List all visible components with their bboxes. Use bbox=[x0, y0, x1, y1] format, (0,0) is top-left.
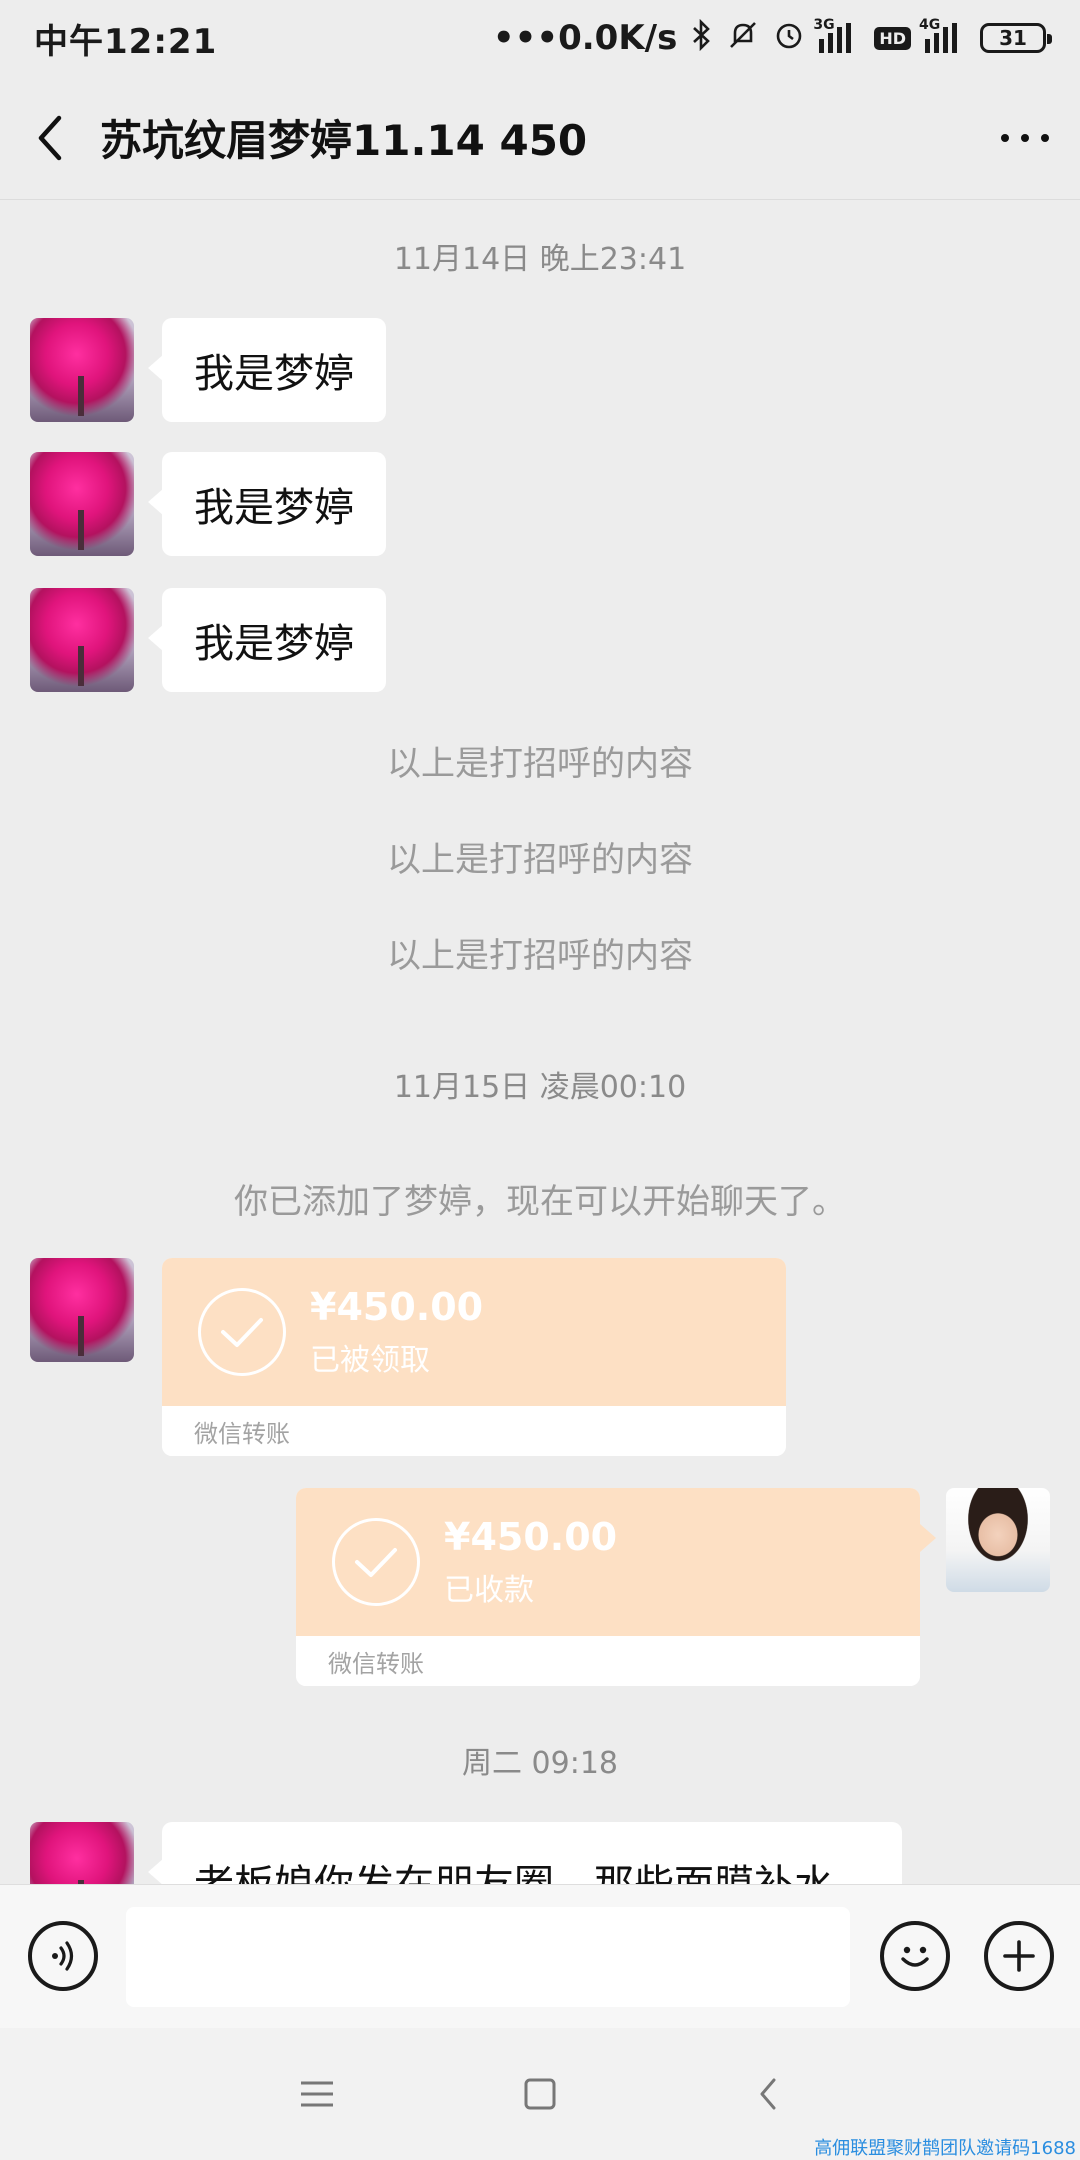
chat-title: 苏坑纹眉梦婷11.14 450 bbox=[100, 116, 588, 165]
mute-icon bbox=[727, 19, 759, 57]
transfer-status: 已被领取 bbox=[310, 1343, 430, 1378]
contact-avatar[interactable] bbox=[30, 1258, 134, 1362]
network-speed-value: 0.0K/s bbox=[558, 18, 678, 58]
timestamp: 周二 09:18 bbox=[462, 1746, 618, 1781]
more-dot-icon bbox=[1021, 133, 1029, 142]
chevron-left-icon bbox=[760, 2078, 776, 2110]
home-button[interactable] bbox=[510, 2064, 570, 2124]
voice-button[interactable] bbox=[28, 1921, 98, 1991]
battery-level: 31 bbox=[999, 26, 1027, 50]
watermark-text: 高佣联盟聚财鹊团队邀请码1688 bbox=[814, 2138, 1076, 2159]
status-time: 中午12:21 bbox=[34, 21, 218, 62]
transfer-card-sent[interactable]: ¥450.00 已收款 微信转账 bbox=[296, 1488, 920, 1686]
message-bubble[interactable]: 我是梦婷 bbox=[148, 452, 386, 556]
timestamp: 11月15日 凌晨00:10 bbox=[393, 1070, 687, 1105]
chat-header: 苏坑纹眉梦婷11.14 450 bbox=[0, 76, 1080, 200]
chevron-left-icon bbox=[38, 115, 62, 160]
transfer-label: 微信转账 bbox=[162, 1406, 786, 1456]
message-list[interactable]: 11月14日 晚上23:41 我是梦婷 我是梦婷 我是梦婷 以上是打招呼的内容 … bbox=[0, 200, 1080, 1884]
system-nav-bar: 高佣联盟聚财鹊团队邀请码1688 bbox=[0, 2028, 1080, 2160]
smile-icon bbox=[901, 1946, 929, 1967]
transfer-info: ¥450.00 已收款 bbox=[444, 1515, 617, 1609]
battery-icon: 31 bbox=[980, 23, 1052, 53]
network-speed: •••0.0K/s bbox=[492, 18, 678, 58]
system-note: 以上是打招呼的内容 bbox=[387, 744, 693, 784]
more-functions-button[interactable] bbox=[984, 1921, 1054, 1991]
status-icons: •••0.0K/s 3G HD 4G 31 bbox=[492, 17, 1052, 58]
message-text: 我是梦婷 bbox=[194, 621, 354, 667]
check-circle-icon bbox=[332, 1518, 420, 1606]
signal-4g-icon: 4G bbox=[919, 17, 966, 53]
nav-back-button[interactable] bbox=[738, 2064, 798, 2124]
status-bar: 中午12:21 •••0.0K/s 3G HD 4G 31 bbox=[0, 0, 1080, 76]
bluetooth-icon bbox=[691, 18, 713, 57]
contact-avatar[interactable] bbox=[30, 318, 134, 422]
transfer-status: 已收款 bbox=[444, 1573, 534, 1608]
message-bubble[interactable]: 我是梦婷 bbox=[148, 588, 386, 692]
check-circle-icon bbox=[198, 1288, 286, 1376]
transfer-card-received[interactable]: ¥450.00 已被领取 微信转账 bbox=[162, 1258, 786, 1456]
voice-icon bbox=[52, 1941, 74, 1971]
message-text: 老板娘你发在朋友圈，那些面膜补水 bbox=[194, 1852, 834, 1884]
transfer-info: ¥450.00 已被领取 bbox=[310, 1285, 483, 1379]
message-input[interactable] bbox=[126, 1907, 850, 2007]
message-text: 我是梦婷 bbox=[194, 351, 354, 397]
contact-avatar[interactable] bbox=[30, 588, 134, 692]
message-bubble[interactable]: 我是梦婷 bbox=[148, 318, 386, 422]
alarm-icon bbox=[773, 19, 805, 57]
square-icon bbox=[524, 2078, 556, 2110]
system-note: 以上是打招呼的内容 bbox=[387, 936, 693, 976]
my-avatar[interactable] bbox=[946, 1488, 1050, 1592]
back-button[interactable] bbox=[0, 76, 100, 200]
transfer-card-body: ¥450.00 已收款 bbox=[296, 1488, 920, 1636]
hd-icon: HD bbox=[874, 26, 911, 50]
transfer-card-body: ¥450.00 已被领取 bbox=[162, 1258, 786, 1406]
transfer-label: 微信转账 bbox=[296, 1636, 920, 1686]
more-dot-icon bbox=[1041, 133, 1049, 142]
menu-button[interactable] bbox=[287, 2064, 347, 2124]
timestamp: 11月14日 晚上23:41 bbox=[393, 242, 687, 277]
contact-avatar[interactable] bbox=[30, 1822, 134, 1884]
message-text: 我是梦婷 bbox=[194, 485, 354, 531]
bubble-tail bbox=[920, 1524, 936, 1552]
contact-avatar[interactable] bbox=[30, 452, 134, 556]
network-3g-label: 3G bbox=[813, 17, 835, 33]
more-dot-icon bbox=[1001, 133, 1009, 142]
network-4g-label: 4G bbox=[919, 17, 941, 33]
added-friend-notice: 你已添加了梦婷，现在可以开始聊天了。 bbox=[234, 1182, 846, 1222]
more-options-button[interactable] bbox=[970, 76, 1080, 200]
system-note: 以上是打招呼的内容 bbox=[387, 840, 693, 880]
emoji-button[interactable] bbox=[880, 1921, 950, 1991]
plus-icon bbox=[1003, 1940, 1035, 1972]
input-bar bbox=[0, 1884, 1080, 2028]
transfer-amount: ¥450.00 bbox=[444, 1515, 618, 1559]
message-bubble[interactable]: 老板娘你发在朋友圈，那些面膜补水 bbox=[148, 1822, 902, 1884]
menu-icon bbox=[301, 2081, 333, 2107]
transfer-amount: ¥450.00 bbox=[310, 1285, 484, 1329]
signal-3g-icon: 3G bbox=[813, 17, 860, 53]
